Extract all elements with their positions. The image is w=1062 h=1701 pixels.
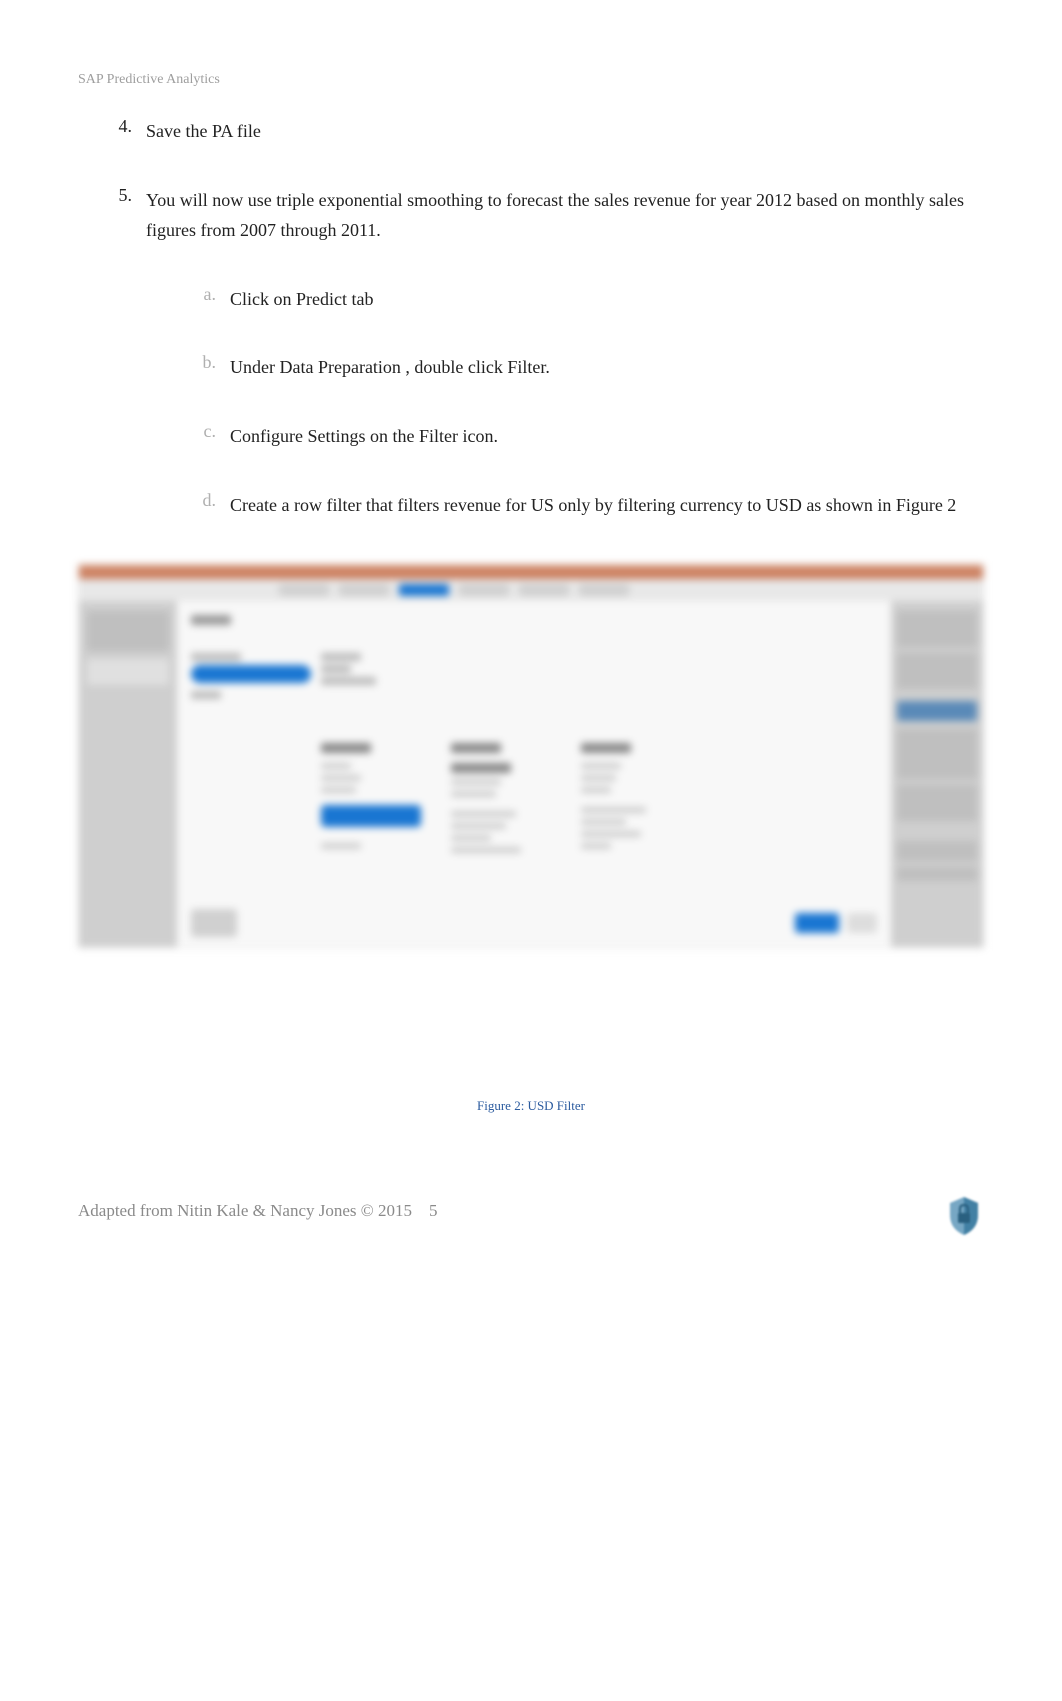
panel-block[interactable] [897, 611, 977, 647]
col-head [581, 743, 631, 753]
panel-block[interactable] [897, 701, 977, 721]
panel-block[interactable] [897, 841, 977, 861]
filter-col [451, 743, 561, 859]
panel-block[interactable] [897, 653, 977, 689]
sub-text: Under Data Preparation , double click Fi… [230, 352, 550, 383]
text-line [321, 653, 361, 661]
col-line [451, 763, 511, 773]
col-line [321, 763, 351, 769]
col-line [321, 775, 361, 781]
filter-label [191, 615, 231, 625]
tab[interactable] [579, 584, 629, 596]
tab[interactable] [519, 584, 569, 596]
header-label: SAP Predictive Analytics [78, 72, 984, 88]
col-line [581, 819, 626, 825]
sub-step-d: d. Create a row filter that filters reve… [196, 490, 984, 521]
ordered-list: 4. Save the PA file 5. You will now use … [78, 116, 984, 558]
app-body [79, 601, 983, 947]
footer-credit-text: Adapted from Nitin Kale & Nancy Jones © … [78, 1201, 412, 1220]
sub-step-a: a. Click on Predict tab [196, 284, 984, 315]
sub-step-b: b. Under Data Preparation , double click… [196, 352, 984, 383]
filter-columns [321, 743, 877, 859]
sub-letter: a. [196, 284, 216, 315]
sub-step-c: c. Configure Settings on the Filter icon… [196, 421, 984, 452]
text-line [321, 665, 351, 673]
sub-letter: b. [196, 352, 216, 383]
panel-block[interactable] [87, 611, 169, 651]
col-line [321, 787, 356, 793]
col-line [321, 843, 361, 849]
step-4: 4. Save the PA file [106, 116, 984, 147]
sub-text: Configure Settings on the Filter icon. [230, 421, 498, 452]
col-head [451, 743, 501, 753]
dialog-footer [191, 909, 877, 937]
panel-block[interactable] [897, 867, 977, 881]
col-line [581, 787, 611, 793]
page-footer: Adapted from Nitin Kale & Nancy Jones © … [78, 1187, 984, 1221]
col-line [581, 843, 611, 849]
step-text: Save the PA file [146, 116, 261, 147]
filter-chip[interactable] [191, 665, 311, 683]
sub-text: Create a row filter that filters revenue… [230, 490, 956, 521]
panel-block[interactable] [897, 729, 977, 779]
col-line [581, 775, 616, 781]
step-5: 5. You will now use triple exponential s… [106, 185, 984, 559]
col-line [581, 763, 621, 769]
col-line [451, 779, 501, 785]
step-number: 4. [106, 116, 132, 147]
sub-list: a. Click on Predict tab b. Under Data Pr… [146, 284, 984, 520]
col-line [451, 791, 496, 797]
figure-2-screenshot [78, 564, 984, 948]
panel-block[interactable] [87, 659, 169, 685]
text-line [321, 677, 376, 685]
figure-2-container: Figure 2: USD Filter [78, 564, 984, 1114]
main-panel [177, 601, 891, 947]
text-line [191, 691, 221, 699]
step-number: 5. [106, 185, 132, 559]
filter-col [581, 743, 691, 859]
footer-page-number: 5 [429, 1201, 438, 1220]
sub-text: Click on Predict tab [230, 284, 373, 315]
panel-block[interactable] [897, 785, 977, 821]
col-head [321, 743, 371, 753]
footer-credit: Adapted from Nitin Kale & Nancy Jones © … [78, 1201, 437, 1220]
document-page: SAP Predictive Analytics 4. Save the PA … [0, 0, 1062, 1154]
right-panel [891, 601, 983, 947]
tab[interactable] [279, 584, 329, 596]
window-titlebar [79, 565, 983, 579]
tab[interactable] [339, 584, 389, 596]
col-line [451, 811, 516, 817]
left-panel [79, 601, 177, 947]
tab-predict[interactable] [399, 584, 449, 596]
text-line [191, 653, 241, 661]
apply-button[interactable] [321, 805, 421, 827]
app-tabs [79, 579, 983, 601]
col-line [581, 807, 646, 813]
cancel-button[interactable] [847, 913, 877, 933]
col-line [451, 835, 491, 841]
col-line [451, 823, 506, 829]
step-text: You will now use triple exponential smoo… [146, 185, 984, 246]
sub-letter: d. [196, 490, 216, 521]
shield-icon [944, 1195, 984, 1237]
figure-caption: Figure 2: USD Filter [78, 1098, 984, 1114]
footer-control[interactable] [191, 909, 237, 937]
col-line [451, 847, 521, 853]
filter-col [321, 743, 431, 859]
col-line [581, 831, 641, 837]
sub-letter: c. [196, 421, 216, 452]
tab[interactable] [459, 584, 509, 596]
ok-button[interactable] [795, 913, 839, 933]
